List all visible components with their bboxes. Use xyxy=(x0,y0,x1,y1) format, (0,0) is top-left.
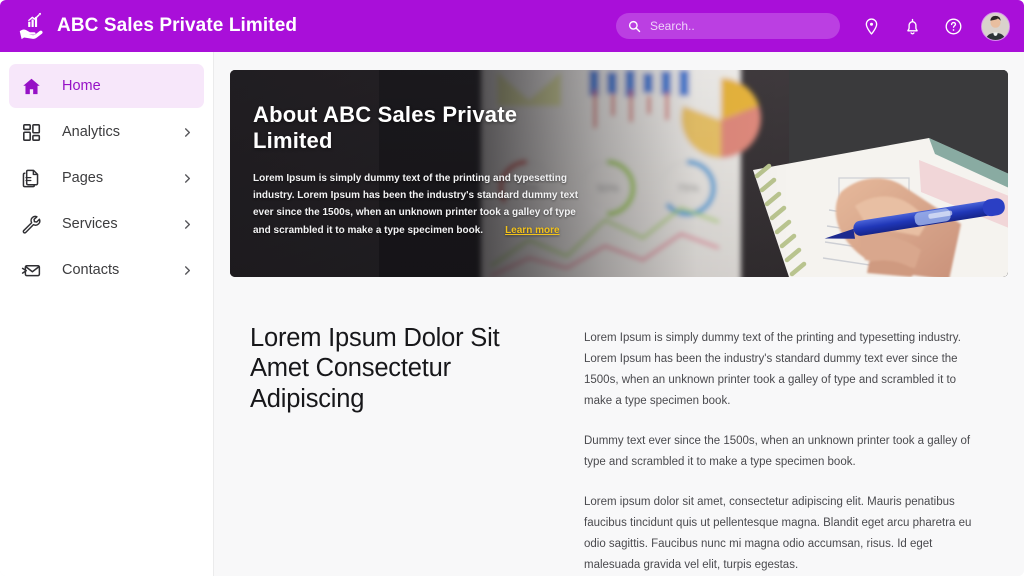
location-pin-icon[interactable] xyxy=(862,17,881,36)
top-header-bar: ABC Sales Private Limited xyxy=(0,0,1024,52)
main-content: 25%50%75% xyxy=(214,52,1024,576)
article-paragraph: Dummy text ever since the 1500s, when an… xyxy=(584,435,971,469)
avatar-photo xyxy=(982,12,1009,40)
chevron-right-icon xyxy=(184,265,191,275)
sidebar-nav: Home Analytics Pages Services Contacts xyxy=(0,52,214,576)
hand-holding-growth-chart-icon xyxy=(19,12,43,40)
hero-paragraph: Lorem Ipsum is simply dummy text of the … xyxy=(253,170,583,239)
header-icon-group xyxy=(862,17,963,36)
chevron-right-icon xyxy=(184,173,191,183)
wrench-icon xyxy=(22,215,41,234)
sidebar-item-analytics[interactable]: Analytics xyxy=(9,110,204,154)
sidebar-item-label: Services xyxy=(62,216,118,232)
hero-content: About ABC Sales Private Limited Lorem Ip… xyxy=(253,102,583,239)
hero-title: About ABC Sales Private Limited xyxy=(253,102,518,153)
learn-more-link[interactable]: Learn more xyxy=(505,225,559,236)
sidebar-item-pages[interactable]: Pages xyxy=(9,156,204,200)
sidebar-item-label: Contacts xyxy=(62,262,120,278)
chevron-right-icon xyxy=(184,219,191,229)
search-icon xyxy=(628,20,641,32)
app-window: ABC Sales Private Limited Search.. Home … xyxy=(0,0,1024,576)
envelope-contacts-icon xyxy=(21,264,41,276)
user-avatar[interactable] xyxy=(981,11,1010,41)
brand-title: ABC Sales Private Limited xyxy=(57,15,298,36)
article-title: Lorem Ipsum Dolor Sit Amet Consectetur A… xyxy=(250,324,500,413)
search-input[interactable] xyxy=(650,19,828,33)
article-section: Lorem Ipsum Dolor Sit Amet Consectetur A… xyxy=(230,277,1008,576)
bell-icon[interactable] xyxy=(903,17,922,36)
sidebar-item-home[interactable]: Home xyxy=(9,64,204,108)
document-pages-icon xyxy=(22,169,39,187)
article-text-column: Lorem Ipsum is simply dummy text of the … xyxy=(584,323,976,576)
article-paragraph: Lorem ipsum dolor sit amet, consectetur … xyxy=(584,496,972,572)
app-body: Home Analytics Pages Services Contacts A… xyxy=(0,52,1024,576)
article-heading-column: Lorem Ipsum Dolor Sit Amet Consectetur A… xyxy=(250,323,584,576)
hero-banner: 25%50%75% xyxy=(230,70,1008,277)
sidebar-item-contacts[interactable]: Contacts xyxy=(9,248,204,292)
chevron-right-icon xyxy=(184,127,191,137)
sidebar-item-services[interactable]: Services xyxy=(9,202,204,246)
article-paragraph: Lorem Ipsum is simply dummy text of the … xyxy=(584,332,961,408)
search-box[interactable] xyxy=(616,13,840,39)
sidebar-item-label: Pages xyxy=(62,170,104,186)
dashboard-grid-icon xyxy=(23,123,41,141)
sidebar-item-label: Home xyxy=(62,78,101,94)
sidebar-item-label: Analytics xyxy=(62,124,121,140)
help-circle-icon[interactable] xyxy=(944,17,963,36)
brand[interactable]: ABC Sales Private Limited xyxy=(16,11,297,41)
home-icon xyxy=(23,78,40,94)
